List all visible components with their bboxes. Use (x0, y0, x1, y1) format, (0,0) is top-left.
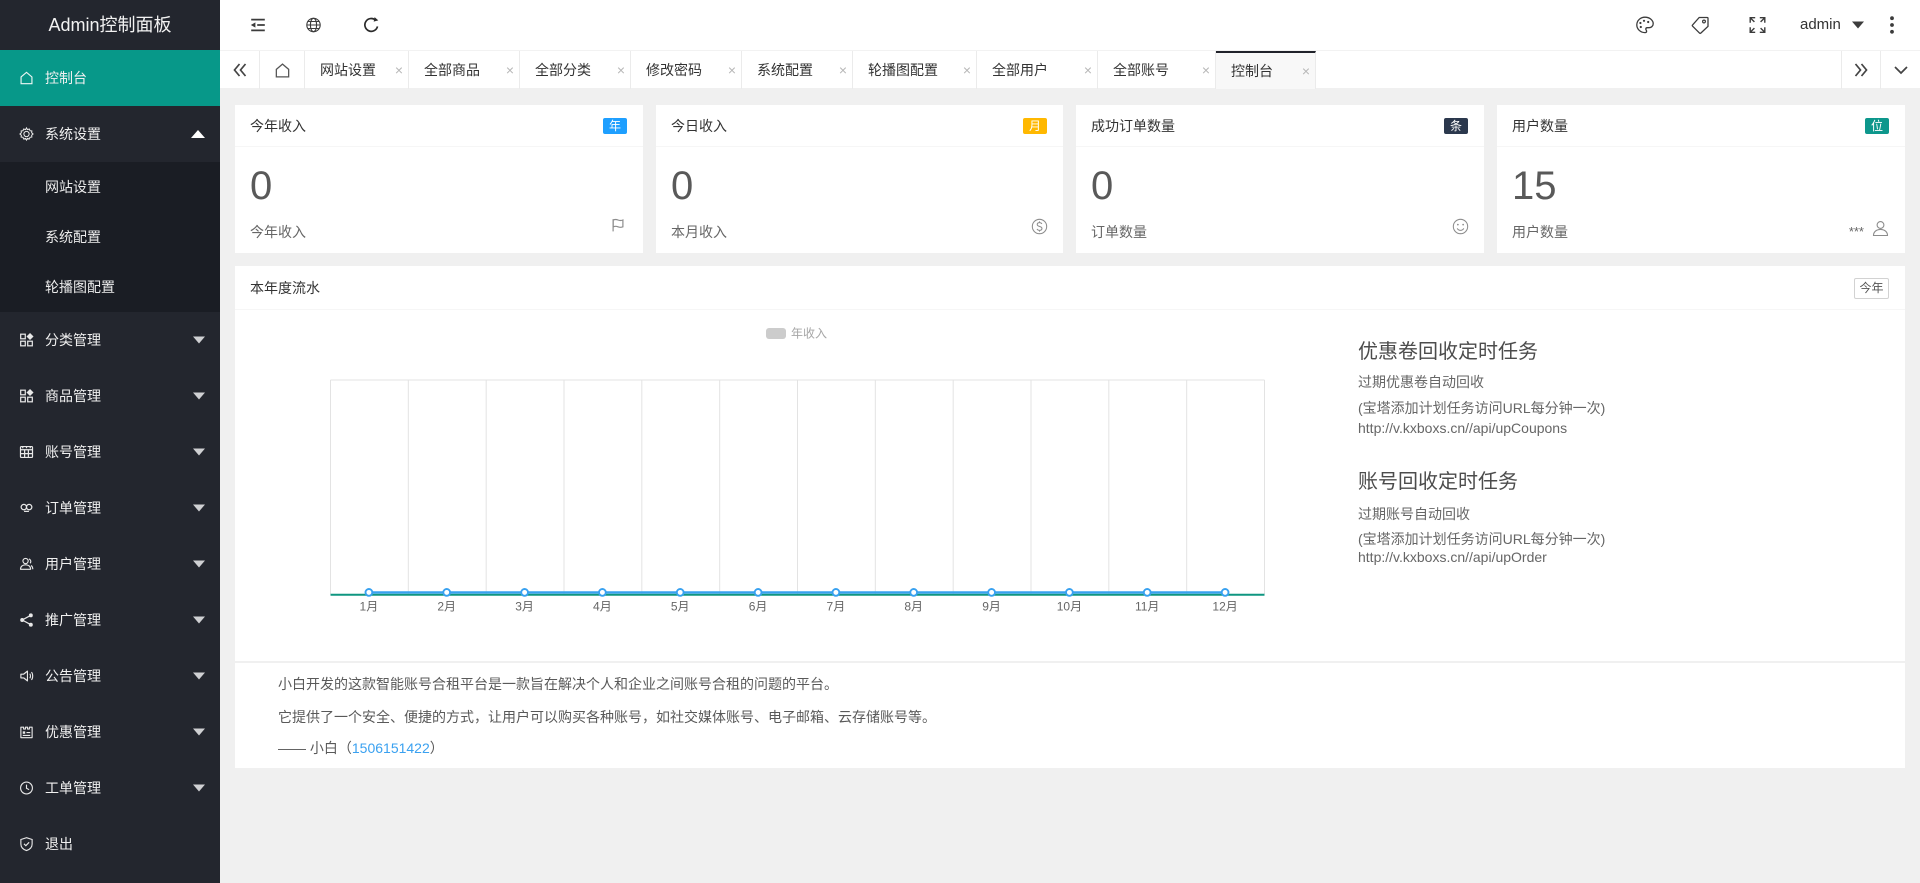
svg-text:9月: 9月 (982, 600, 1001, 614)
svg-text:3月: 3月 (515, 600, 534, 614)
svg-text:4月: 4月 (593, 600, 612, 614)
svg-text:10月: 10月 (1057, 600, 1082, 614)
svg-text:7月: 7月 (827, 600, 846, 614)
svg-text:12月: 12月 (1212, 600, 1237, 614)
svg-text:6月: 6月 (749, 600, 768, 614)
svg-text:5月: 5月 (671, 600, 690, 614)
svg-text:年收入: 年收入 (791, 327, 827, 341)
svg-text:1月: 1月 (360, 600, 379, 614)
svg-text:2月: 2月 (437, 600, 456, 614)
svg-text:8月: 8月 (904, 600, 923, 614)
svg-text:11月: 11月 (1135, 600, 1159, 614)
